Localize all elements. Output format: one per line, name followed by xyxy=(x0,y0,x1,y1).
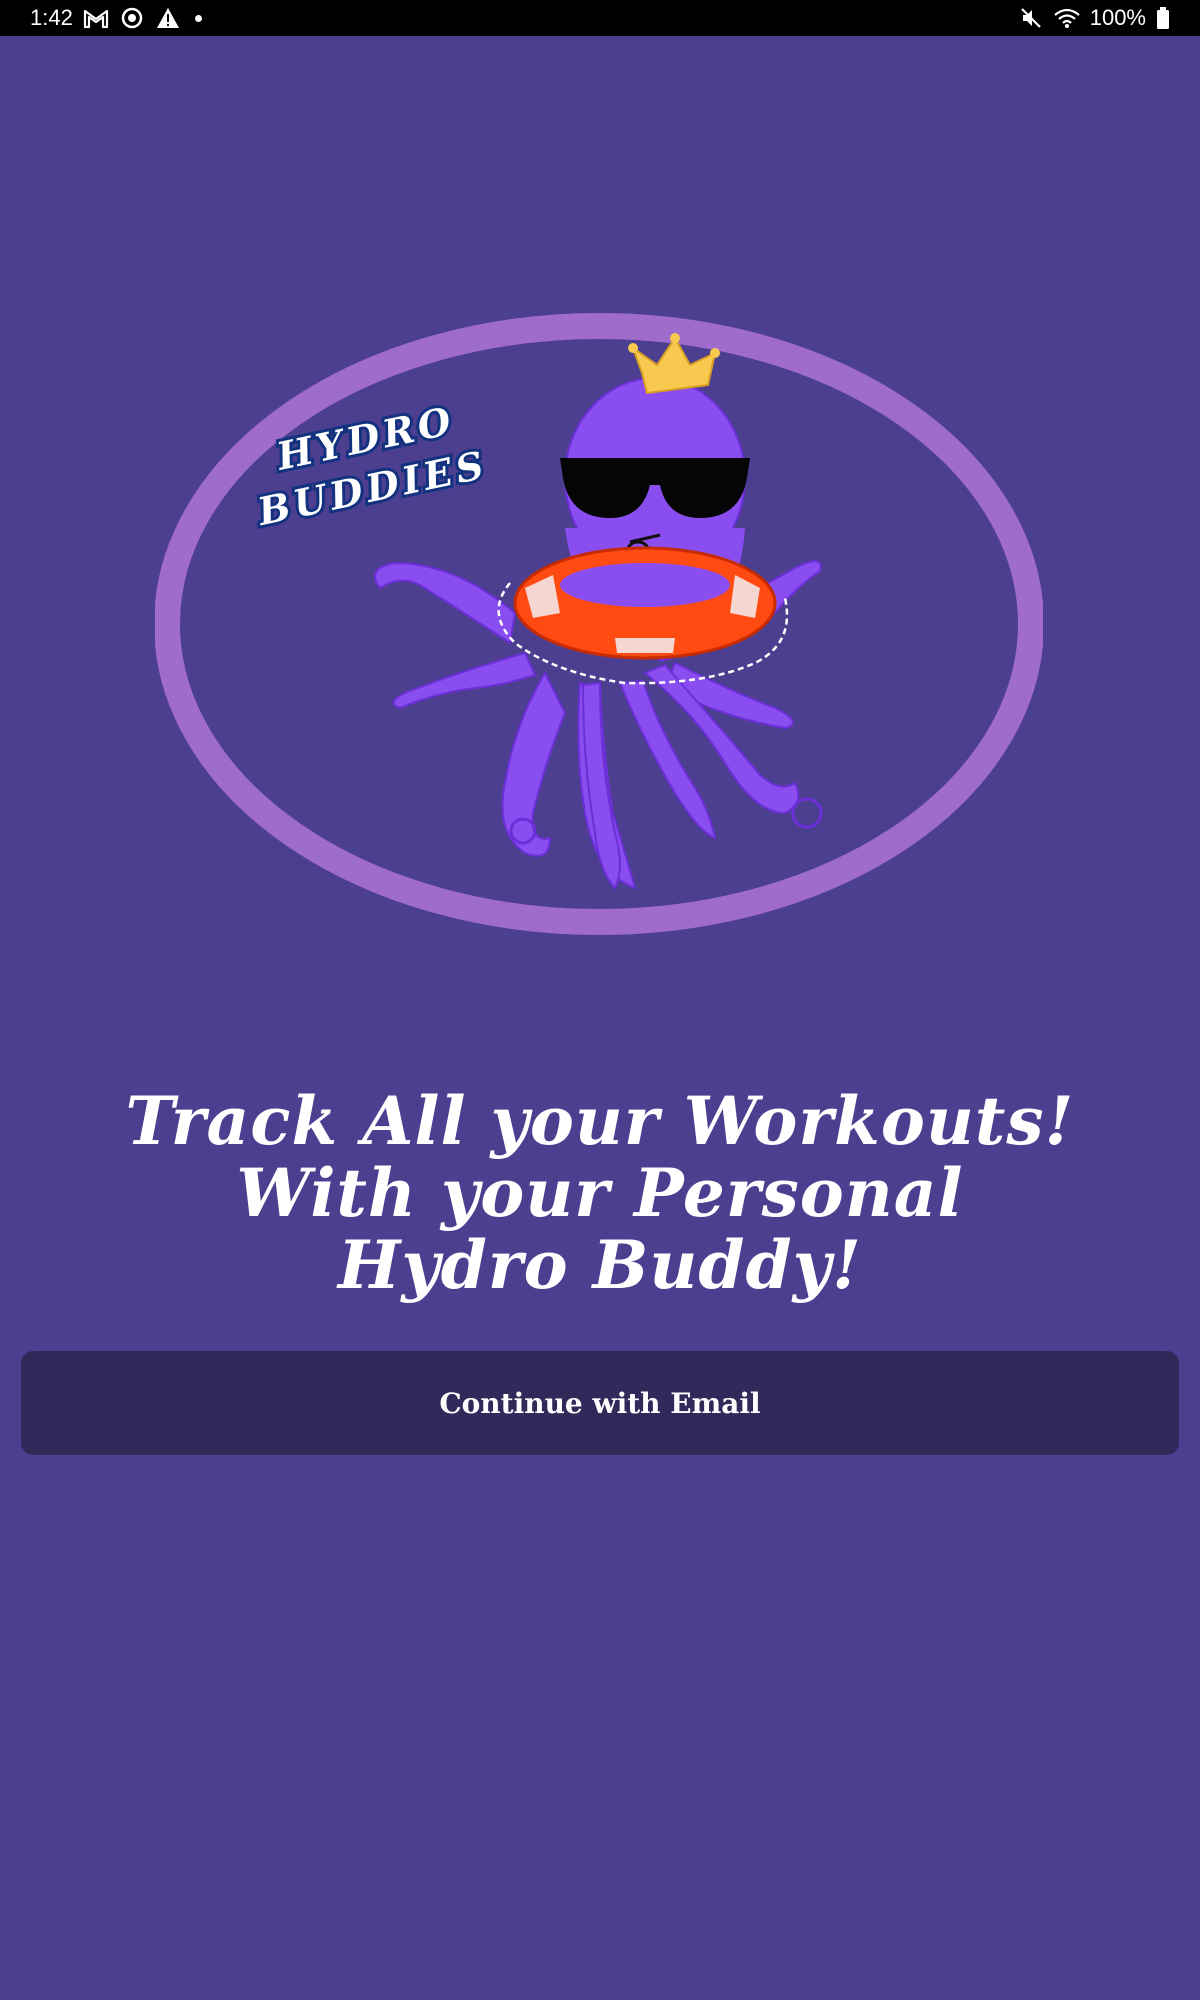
status-left: 1:42 xyxy=(30,4,202,32)
battery-icon xyxy=(1156,5,1170,31)
sync-icon xyxy=(119,5,145,31)
wifi-icon xyxy=(1054,5,1080,31)
status-bar: 1:42 100% xyxy=(0,0,1200,36)
onboarding-headline: Track All your Workouts! With your Perso… xyxy=(0,1085,1200,1301)
warning-icon xyxy=(155,5,181,31)
mute-icon xyxy=(1018,5,1044,31)
status-time: 1:42 xyxy=(30,5,73,30)
headline-line-3: Hydro Buddy! xyxy=(337,1226,862,1304)
status-right: 100% xyxy=(1018,4,1170,32)
headline-line-2: With your Personal xyxy=(236,1154,964,1232)
notification-dot xyxy=(194,14,202,22)
headline-line-1: Track All your Workouts! xyxy=(125,1082,1075,1160)
battery-percentage: 100% xyxy=(1089,5,1146,30)
continue-with-email-button[interactable]: Continue with Email xyxy=(21,1351,1179,1455)
hydro-buddies-logo: HYDRO HYDRO BUDDIES BUDDIES xyxy=(154,313,1044,935)
gmail-icon xyxy=(83,5,109,31)
